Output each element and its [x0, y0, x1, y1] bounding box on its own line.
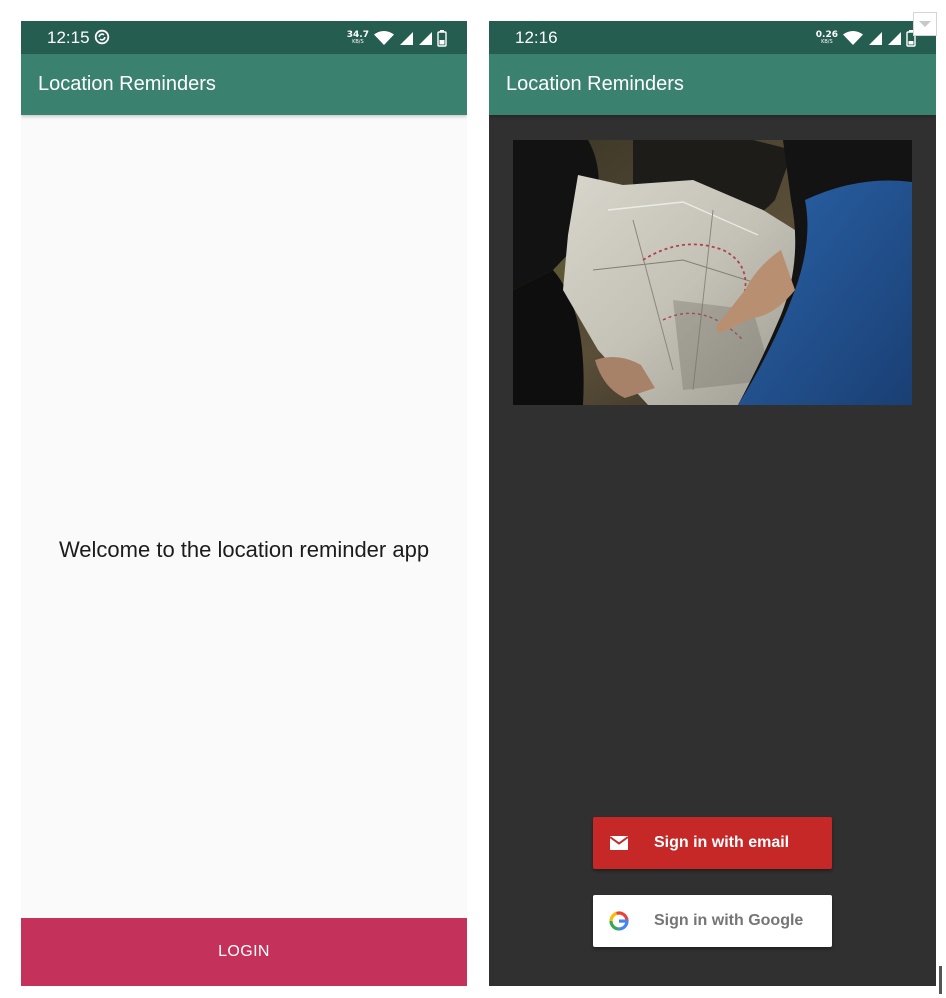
sign-in-email-button[interactable]: Sign in with email [593, 817, 832, 869]
signal-icon [888, 31, 901, 45]
status-bar: 12:15 34.7 KB/S [21, 21, 467, 54]
map-photo [513, 140, 912, 405]
login-button[interactable]: LOGIN [21, 918, 467, 986]
sign-in-screen: 12:16 0.26 KB/S Location Reminders Sign … [489, 21, 936, 986]
sign-in-google-button[interactable]: Sign in with Google [593, 895, 832, 947]
sync-icon [94, 29, 110, 45]
app-bar: Location Reminders [21, 54, 467, 115]
signal-icon [419, 31, 432, 45]
mail-icon [609, 836, 629, 850]
app-title: Location Reminders [38, 73, 216, 95]
network-speed: 34.7 KB/S [347, 31, 369, 45]
status-icons: 34.7 KB/S [347, 28, 447, 48]
welcome-message: Welcome to the location reminder app [58, 537, 430, 562]
status-time: 12:16 [515, 28, 558, 47]
edge-divider [939, 966, 942, 994]
sign-in-google-label: Sign in with Google [654, 912, 804, 929]
network-speed-unit: KB/S [352, 39, 364, 45]
google-logo-icon [609, 911, 629, 931]
status-time: 12:15 [47, 28, 90, 47]
sign-in-email-label: Sign in with email [654, 834, 790, 851]
app-title: Location Reminders [506, 73, 684, 95]
signal-icon [400, 31, 413, 45]
network-speed-unit: KB/S [821, 39, 833, 45]
app-bar: Location Reminders [489, 54, 936, 115]
chevron-down-icon[interactable] [913, 12, 937, 36]
wifi-icon [843, 31, 863, 45]
wifi-icon [374, 31, 394, 45]
signal-icon [869, 31, 882, 45]
network-speed: 0.26 KB/S [816, 31, 838, 45]
welcome-screen: 12:15 34.7 KB/S Location Reminders Welco… [21, 21, 467, 986]
status-icons: 0.26 KB/S [816, 28, 916, 48]
status-bar: 12:16 0.26 KB/S [489, 21, 936, 54]
battery-icon [437, 29, 447, 47]
